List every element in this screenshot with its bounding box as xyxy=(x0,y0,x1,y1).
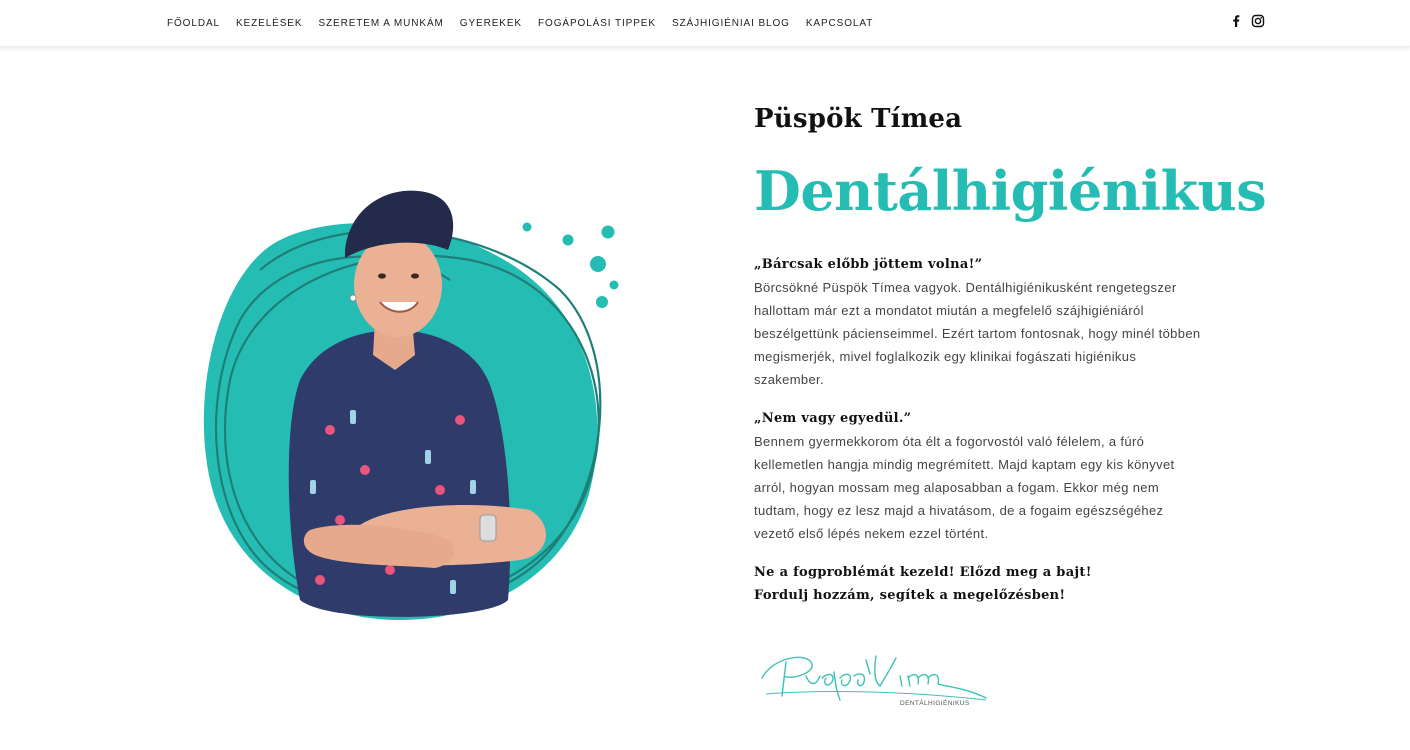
facebook-icon[interactable] xyxy=(1229,14,1243,28)
signature-caption: DENTÁLHIGIÉNIKUS xyxy=(900,700,970,707)
signature: DENTÁLHIGIÉNIKUS xyxy=(756,650,996,714)
nav-item-children[interactable]: GYEREKEK xyxy=(460,18,522,30)
decor-dot xyxy=(562,234,574,246)
intro-paragraph-1: Börcsökné Püspök Tímea vagyok. Dentálhig… xyxy=(754,280,1201,387)
earring xyxy=(349,294,357,302)
nav-item-contact[interactable]: KAPCSOLAT xyxy=(806,18,873,30)
eye xyxy=(378,273,386,279)
instagram-icon[interactable] xyxy=(1251,14,1265,28)
nav-item-oral-hygiene-blog[interactable]: SZÁJHIGIÉNIAI BLOG xyxy=(672,18,790,30)
top-navigation-bar: FŐOLDAL KEZELÉSEK SZERETEM A MUNKÁM GYER… xyxy=(0,0,1410,47)
wristwatch xyxy=(479,514,497,542)
eye xyxy=(411,273,419,279)
closing-statement: Ne a fogproblémát kezeld! Előzd meg a ba… xyxy=(754,561,1214,607)
face xyxy=(354,233,442,337)
scrubs-top xyxy=(288,330,511,617)
nav-item-treatments[interactable]: KEZELÉSEK xyxy=(236,18,302,30)
portrait-graphic xyxy=(203,190,619,620)
decor-dot xyxy=(590,256,606,272)
nav-item-dental-care-tips[interactable]: FOGÁPOLÁSI TIPPEK xyxy=(538,18,656,30)
decor-dot xyxy=(609,280,619,290)
closing-line-1: Ne a fogproblémát kezeld! Előzd meg a ba… xyxy=(754,565,1092,580)
portrait-illustration xyxy=(190,180,630,630)
main-menu: FŐOLDAL KEZELÉSEK SZERETEM A MUNKÁM GYER… xyxy=(167,18,873,30)
intro-paragraph-2: Bennem gyermekkorom óta élt a fogorvostó… xyxy=(754,434,1175,541)
intro-section: Püspök Tímea Dentálhigiénikus „Bárcsak e… xyxy=(754,100,1267,607)
person-name: Püspök Tímea xyxy=(754,104,963,134)
nav-item-love-my-work[interactable]: SZERETEM A MUNKÁM xyxy=(318,18,443,30)
social-links xyxy=(1229,14,1265,28)
decor-dot xyxy=(522,222,532,232)
quote-title-1: „Bárcsak előbb jöttem volna!” xyxy=(754,257,983,272)
quote-block-1: „Bárcsak előbb jöttem volna!” Börcsökné … xyxy=(754,254,1214,391)
signature-stroke xyxy=(761,655,987,701)
decor-dot xyxy=(601,225,615,239)
closing-line-2: Fordulj hozzám, segítek a megelőzésben! xyxy=(754,588,1066,603)
decor-dot xyxy=(596,296,608,308)
signature-underline xyxy=(765,691,987,701)
quote-block-2: „Nem vagy egyedül.” Bennem gyermekkorom … xyxy=(754,408,1214,545)
role-heading: Dentálhigiénikus xyxy=(754,159,1267,223)
quote-title-2: „Nem vagy egyedül.” xyxy=(754,411,912,426)
nav-item-home[interactable]: FŐOLDAL xyxy=(167,18,220,30)
